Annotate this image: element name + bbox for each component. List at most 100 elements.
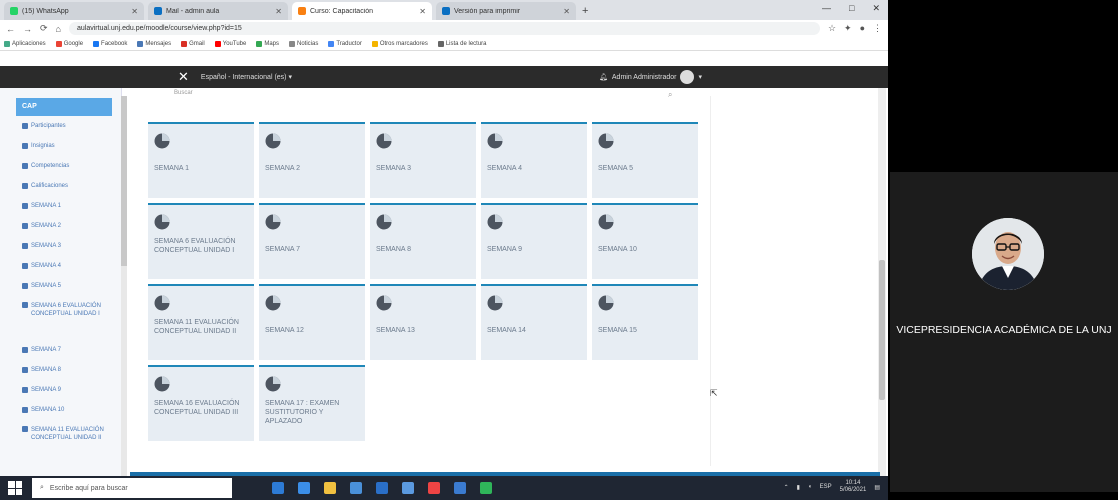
clock[interactable]: 10:14 5/06/2021 — [840, 480, 867, 494]
section-tile[interactable]: SEMANA 12 — [259, 284, 365, 360]
section-tile[interactable]: SEMANA 11 EVALUACIÓN CONCEPTUAL UNIDAD I… — [148, 284, 254, 360]
forward-icon[interactable]: → — [23, 24, 32, 34]
bookmark-item[interactable]: Facebook — [93, 40, 127, 47]
notifications-icon[interactable]: ▤ — [874, 484, 880, 491]
bookmark-item[interactable]: Otros marcadores — [371, 40, 428, 47]
section-tile[interactable]: SEMANA 14 — [481, 284, 587, 360]
profile-icon[interactable]: ● — [860, 23, 865, 34]
sidebar-item[interactable]: Participantes — [22, 116, 121, 136]
sidebar-item[interactable]: SEMANA 10 — [22, 400, 121, 420]
browser-tab[interactable]: Mail - admin aula ✕ — [148, 2, 288, 20]
close-tab-icon[interactable]: ✕ — [419, 7, 426, 16]
sidebar-item[interactable]: SEMANA 7 — [22, 340, 121, 360]
close-window-button[interactable]: ✕ — [872, 3, 880, 14]
sidebar-item[interactable]: Calificaciones — [22, 176, 121, 196]
section-tile[interactable]: SEMANA 2 — [259, 122, 365, 198]
section-tile[interactable]: SEMANA 6 EVALUACIÓN CONCEPTUAL UNIDAD I — [148, 203, 254, 279]
bell-icon[interactable]: 🔔︎ — [599, 73, 608, 81]
section-tile[interactable]: SEMANA 9 — [481, 203, 587, 279]
star-icon[interactable]: ☆ — [828, 23, 836, 34]
section-tile[interactable]: SEMANA 15 — [592, 284, 698, 360]
section-tile[interactable]: SEMANA 13 — [370, 284, 476, 360]
close-tab-icon[interactable]: ✕ — [131, 7, 138, 16]
tray-language[interactable]: ESP — [820, 484, 832, 490]
section-tile[interactable]: SEMANA 10 — [592, 203, 698, 279]
close-drawer-icon[interactable]: ✕ — [178, 69, 189, 85]
zoom-icon[interactable] — [454, 482, 466, 494]
sidebar-item[interactable]: SEMANA 1 — [22, 196, 121, 216]
section-tile-label: SEMANA 14 — [487, 327, 526, 334]
mail-icon[interactable] — [376, 482, 388, 494]
chevron-up-icon[interactable]: ⌃ — [784, 484, 789, 491]
language-menu[interactable]: Español - Internacional (es) ▾ — [201, 73, 292, 81]
bookmark-item[interactable]: Gmail — [181, 40, 205, 47]
browser-tab[interactable]: (15) WhatsApp ✕ — [4, 2, 144, 20]
section-tile-label: SEMANA 17 : EXAMEN SUSTITUTORIO Y APLAZA… — [265, 400, 340, 425]
section-tile[interactable]: SEMANA 8 — [370, 203, 476, 279]
volume-icon[interactable]: ◖ — [808, 484, 812, 490]
folder-icon — [22, 302, 28, 308]
close-tab-icon[interactable]: ✕ — [563, 7, 570, 16]
section-tile[interactable]: SEMANA 7 — [259, 203, 365, 279]
favicon-icon — [154, 7, 162, 15]
taskbar-search-input[interactable]: ⌕ Escribe aquí para buscar — [32, 478, 232, 498]
back-icon[interactable]: ← — [6, 24, 15, 34]
section-tile[interactable]: SEMANA 5 — [592, 122, 698, 198]
sidebar-item[interactable]: SEMANA 8 — [22, 360, 121, 380]
word-icon[interactable] — [402, 482, 414, 494]
avatar[interactable] — [680, 70, 695, 84]
browser-tab[interactable]: Versión para imprimir ✕ — [436, 2, 576, 20]
bookmark-item[interactable]: Lista de lectura — [437, 40, 487, 47]
section-tile[interactable]: SEMANA 1 — [148, 122, 254, 198]
new-tab-button[interactable]: + — [582, 2, 588, 20]
close-tab-icon[interactable]: ✕ — [275, 7, 282, 16]
network-icon[interactable]: ▮ — [797, 484, 800, 491]
bookmark-item[interactable]: YouTube — [214, 40, 246, 47]
tab-label: Curso: Capacitación — [310, 7, 374, 15]
sidebar-item-label: SEMANA 2 — [31, 223, 62, 229]
sidebar-item[interactable]: SEMANA 4 — [22, 256, 121, 276]
windows-start-icon[interactable] — [8, 481, 22, 495]
reload-icon[interactable]: ⟳ — [40, 23, 48, 34]
sidebar-item-label: SEMANA 4 — [31, 263, 62, 269]
sidebar-item[interactable]: SEMANA 5 — [22, 276, 121, 296]
whatsapp-icon[interactable] — [480, 482, 492, 494]
maximize-button[interactable]: □ — [849, 3, 854, 14]
section-tile[interactable]: SEMANA 4 — [481, 122, 587, 198]
sidebar-item[interactable]: SEMANA 2 — [22, 216, 121, 236]
sidebar-item[interactable]: SEMANA 6 EVALUACIÓN CONCEPTUAL UNIDAD I — [22, 296, 121, 340]
sidebar-course-head[interactable]: CAP — [16, 98, 112, 116]
bookmark-item[interactable]: Maps — [256, 40, 279, 47]
bookmark-item[interactable]: Google — [55, 40, 84, 47]
bookmark-label: Google — [63, 40, 84, 47]
section-tile[interactable]: SEMANA 3 — [370, 122, 476, 198]
user-menu[interactable]: 🔔︎ Admin Administrador ▾ — [599, 70, 702, 84]
page-scrollbar[interactable] — [878, 88, 886, 476]
minimize-button[interactable]: — — [822, 3, 831, 14]
browser-tab[interactable]: Curso: Capacitación ✕ — [292, 2, 432, 20]
section-tile[interactable]: SEMANA 17 : EXAMEN SUSTITUTORIO Y APLAZA… — [259, 365, 365, 441]
store-icon[interactable] — [350, 482, 362, 494]
task-view-icon[interactable] — [272, 482, 284, 494]
bookmark-item[interactable]: Mensajes — [137, 40, 171, 47]
sidebar-item[interactable]: SEMANA 11 EVALUACIÓN CONCEPTUAL UNIDAD I… — [22, 420, 121, 464]
home-icon[interactable]: ⌂ — [56, 24, 61, 34]
search-icon[interactable]: ⌕ — [668, 90, 672, 100]
section-tile[interactable]: SEMANA 16 EVALUACIÓN CONCEPTUAL UNIDAD I… — [148, 365, 254, 441]
sidebar-item[interactable]: Competencias — [22, 156, 121, 176]
sidebar-scrollbar[interactable] — [121, 96, 127, 476]
extensions-icon[interactable]: ✦ — [844, 23, 852, 34]
sidebar-item[interactable]: SEMANA 9 — [22, 380, 121, 400]
bookmark-item[interactable]: Traductor — [328, 40, 362, 47]
edge-icon[interactable] — [298, 482, 310, 494]
nav-icon — [22, 163, 28, 169]
favicon-icon — [10, 7, 18, 15]
bookmark-item[interactable]: Noticias — [289, 40, 318, 47]
menu-icon[interactable]: ⋮ — [873, 23, 882, 34]
sidebar-item[interactable]: SEMANA 3 — [22, 236, 121, 256]
sidebar-item[interactable]: Insignias — [22, 136, 121, 156]
file-explorer-icon[interactable] — [324, 482, 336, 494]
chrome-icon[interactable] — [428, 482, 440, 494]
url-input[interactable]: aulavirtual.unj.edu.pe/moodle/course/vie… — [68, 22, 820, 35]
bookmark-item[interactable]: Aplicaciones — [4, 40, 46, 47]
